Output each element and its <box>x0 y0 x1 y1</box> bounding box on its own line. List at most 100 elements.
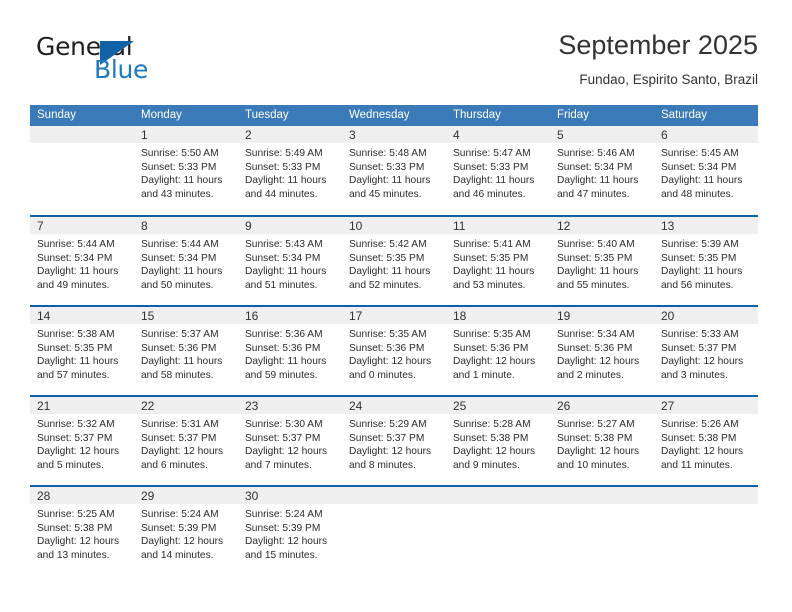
calendar-day-cell[interactable]: 10 Sunrise: 5:42 AM Sunset: 5:35 PM Dayligh… <box>342 215 446 306</box>
calendar-day-cell-empty <box>30 126 134 216</box>
calendar-day-cell[interactable]: 2 Sunrise: 5:49 AM Sunset: 5:33 PM Daylight… <box>238 126 342 216</box>
calendar-day-cell[interactable]: 26 Sunrise: 5:27 AM Sunset: 5:38 PM Dayligh… <box>550 395 654 486</box>
day-number: 1 <box>134 126 238 143</box>
calendar-day-cell[interactable]: 17 Sunrise: 5:35 AM Sunset: 5:36 PM Dayligh… <box>342 305 446 396</box>
day-number: 28 <box>30 487 134 504</box>
sunset-time: Sunset: 5:34 PM <box>661 161 737 173</box>
day-details: Sunrise: 5:45 AM Sunset: 5:34 PM Daylight:… <box>654 143 758 201</box>
day-number: 26 <box>550 397 654 414</box>
day-number <box>30 126 134 143</box>
calendar-day-cell[interactable]: 23 Sunrise: 5:30 AM Sunset: 5:37 PM Dayligh… <box>238 395 342 486</box>
sunrise-time: Sunrise: 5:33 AM <box>661 329 739 340</box>
day-number: 10 <box>342 217 446 234</box>
calendar-day-cell[interactable]: 20 Sunrise: 5:33 AM Sunset: 5:37 PM Dayligh… <box>654 305 758 396</box>
daylight-duration-line1: Daylight: 12 hours <box>141 446 224 458</box>
calendar-week-row: 7 Sunrise: 5:44 AM Sunset: 5:34 PM Daylight… <box>30 215 758 306</box>
daylight-duration-line1: Daylight: 12 hours <box>557 446 640 458</box>
daylight-duration-line1: Daylight: 12 hours <box>453 446 536 458</box>
daylight-duration-line1: Daylight: 12 hours <box>661 356 744 368</box>
calendar-day-cell-empty <box>446 485 550 566</box>
calendar-day-cell[interactable]: 29 Sunrise: 5:24 AM Sunset: 5:39 PM Dayligh… <box>134 485 238 566</box>
daylight-duration-line2: and 1 minute. <box>453 369 515 381</box>
day-details: Sunrise: 5:31 AM Sunset: 5:37 PM Daylight:… <box>134 414 238 472</box>
calendar-day-cell[interactable]: 4 Sunrise: 5:47 AM Sunset: 5:33 PM Daylight… <box>446 126 550 216</box>
sunrise-time: Sunrise: 5:37 AM <box>141 329 219 340</box>
calendar-day-cell[interactable]: 5 Sunrise: 5:46 AM Sunset: 5:34 PM Daylight… <box>550 126 654 216</box>
calendar-day-cell[interactable]: 13 Sunrise: 5:39 AM Sunset: 5:35 PM Dayligh… <box>654 215 758 306</box>
general-blue-logo[interactable]: General Blue <box>34 28 244 90</box>
day-number: 3 <box>342 126 446 143</box>
calendar-day-cell[interactable]: 15 Sunrise: 5:37 AM Sunset: 5:36 PM Dayligh… <box>134 305 238 396</box>
day-details: Sunrise: 5:35 AM Sunset: 5:36 PM Daylight:… <box>342 324 446 382</box>
sunset-time: Sunset: 5:37 PM <box>661 342 737 354</box>
calendar-week-row: 28 Sunrise: 5:25 AM Sunset: 5:38 PM Dayligh… <box>30 485 758 566</box>
calendar-day-cell[interactable]: 19 Sunrise: 5:34 AM Sunset: 5:36 PM Dayligh… <box>550 305 654 396</box>
calendar-day-cell[interactable]: 11 Sunrise: 5:41 AM Sunset: 5:35 PM Dayligh… <box>446 215 550 306</box>
calendar-day-cell[interactable]: 28 Sunrise: 5:25 AM Sunset: 5:38 PM Dayligh… <box>30 485 134 566</box>
daylight-duration-line1: Daylight: 12 hours <box>245 446 328 458</box>
day-number <box>550 487 654 504</box>
sunset-time: Sunset: 5:35 PM <box>349 252 425 264</box>
calendar-day-cell[interactable]: 9 Sunrise: 5:43 AM Sunset: 5:34 PM Daylight… <box>238 215 342 306</box>
day-details: Sunrise: 5:44 AM Sunset: 5:34 PM Daylight:… <box>134 234 238 292</box>
sunset-time: Sunset: 5:33 PM <box>349 161 425 173</box>
daylight-duration-line2: and 49 minutes. <box>37 279 110 291</box>
day-number <box>446 487 550 504</box>
sunset-time: Sunset: 5:35 PM <box>37 342 113 354</box>
day-number: 9 <box>238 217 342 234</box>
daylight-duration-line1: Daylight: 11 hours <box>557 175 639 187</box>
day-number: 21 <box>30 397 134 414</box>
sunset-time: Sunset: 5:33 PM <box>141 161 217 173</box>
calendar-day-cell[interactable]: 24 Sunrise: 5:29 AM Sunset: 5:37 PM Dayligh… <box>342 395 446 486</box>
sunset-time: Sunset: 5:38 PM <box>557 432 633 444</box>
daylight-duration-line2: and 11 minutes. <box>661 459 733 471</box>
daylight-duration-line2: and 47 minutes. <box>557 188 630 200</box>
calendar-day-cell[interactable]: 22 Sunrise: 5:31 AM Sunset: 5:37 PM Dayligh… <box>134 395 238 486</box>
daylight-duration-line1: Daylight: 12 hours <box>37 446 120 458</box>
day-details: Sunrise: 5:44 AM Sunset: 5:34 PM Daylight:… <box>30 234 134 292</box>
calendar-day-cell[interactable]: 21 Sunrise: 5:32 AM Sunset: 5:37 PM Dayligh… <box>30 395 134 486</box>
calendar-day-cell-empty <box>550 485 654 566</box>
day-number: 5 <box>550 126 654 143</box>
sunset-time: Sunset: 5:39 PM <box>245 522 321 534</box>
sunset-time: Sunset: 5:34 PM <box>245 252 321 264</box>
sunrise-time: Sunrise: 5:40 AM <box>557 239 635 250</box>
calendar-day-cell[interactable]: 6 Sunrise: 5:45 AM Sunset: 5:34 PM Daylight… <box>654 126 758 216</box>
sunrise-time: Sunrise: 5:44 AM <box>141 239 219 250</box>
day-details: Sunrise: 5:29 AM Sunset: 5:37 PM Daylight:… <box>342 414 446 472</box>
sunset-time: Sunset: 5:37 PM <box>349 432 425 444</box>
sunrise-time: Sunrise: 5:49 AM <box>245 148 323 159</box>
calendar-day-cell[interactable]: 14 Sunrise: 5:38 AM Sunset: 5:35 PM Dayligh… <box>30 305 134 396</box>
daylight-duration-line2: and 51 minutes. <box>245 279 318 291</box>
calendar-day-cell-empty <box>342 485 446 566</box>
day-details: Sunrise: 5:39 AM Sunset: 5:35 PM Daylight:… <box>654 234 758 292</box>
calendar-day-cell[interactable]: 7 Sunrise: 5:44 AM Sunset: 5:34 PM Daylight… <box>30 215 134 306</box>
calendar-day-cell[interactable]: 27 Sunrise: 5:26 AM Sunset: 5:38 PM Dayligh… <box>654 395 758 486</box>
sunset-time: Sunset: 5:34 PM <box>37 252 113 264</box>
sunrise-time: Sunrise: 5:43 AM <box>245 239 323 250</box>
calendar-day-cell[interactable]: 3 Sunrise: 5:48 AM Sunset: 5:33 PM Daylight… <box>342 126 446 216</box>
daylight-duration-line1: Daylight: 11 hours <box>349 175 431 187</box>
day-details: Sunrise: 5:38 AM Sunset: 5:35 PM Daylight:… <box>30 324 134 382</box>
sunrise-time: Sunrise: 5:28 AM <box>453 419 531 430</box>
daylight-duration-line2: and 6 minutes. <box>141 459 208 471</box>
calendar-day-cell[interactable]: 30 Sunrise: 5:24 AM Sunset: 5:39 PM Dayligh… <box>238 485 342 566</box>
daylight-duration-line2: and 57 minutes. <box>37 369 110 381</box>
calendar-day-cell[interactable]: 16 Sunrise: 5:36 AM Sunset: 5:36 PM Dayligh… <box>238 305 342 396</box>
daylight-duration-line1: Daylight: 12 hours <box>37 536 120 548</box>
sunset-time: Sunset: 5:36 PM <box>557 342 633 354</box>
calendar-day-cell[interactable]: 8 Sunrise: 5:44 AM Sunset: 5:34 PM Daylight… <box>134 215 238 306</box>
calendar-day-cell[interactable]: 25 Sunrise: 5:28 AM Sunset: 5:38 PM Dayligh… <box>446 395 550 486</box>
sunrise-time: Sunrise: 5:24 AM <box>141 509 219 520</box>
day-number <box>342 487 446 504</box>
daylight-duration-line1: Daylight: 11 hours <box>37 356 119 368</box>
calendar-day-cell[interactable]: 18 Sunrise: 5:35 AM Sunset: 5:36 PM Dayligh… <box>446 305 550 396</box>
calendar-day-cell[interactable]: 12 Sunrise: 5:40 AM Sunset: 5:35 PM Dayligh… <box>550 215 654 306</box>
calendar-day-cell[interactable]: 1 Sunrise: 5:50 AM Sunset: 5:33 PM Daylight… <box>134 126 238 216</box>
daylight-duration-line1: Daylight: 11 hours <box>453 266 535 278</box>
sunset-time: Sunset: 5:36 PM <box>453 342 529 354</box>
sunrise-time: Sunrise: 5:50 AM <box>141 148 219 159</box>
day-details: Sunrise: 5:50 AM Sunset: 5:33 PM Daylight:… <box>134 143 238 201</box>
daylight-duration-line2: and 52 minutes. <box>349 279 422 291</box>
sunrise-time: Sunrise: 5:31 AM <box>141 419 219 430</box>
